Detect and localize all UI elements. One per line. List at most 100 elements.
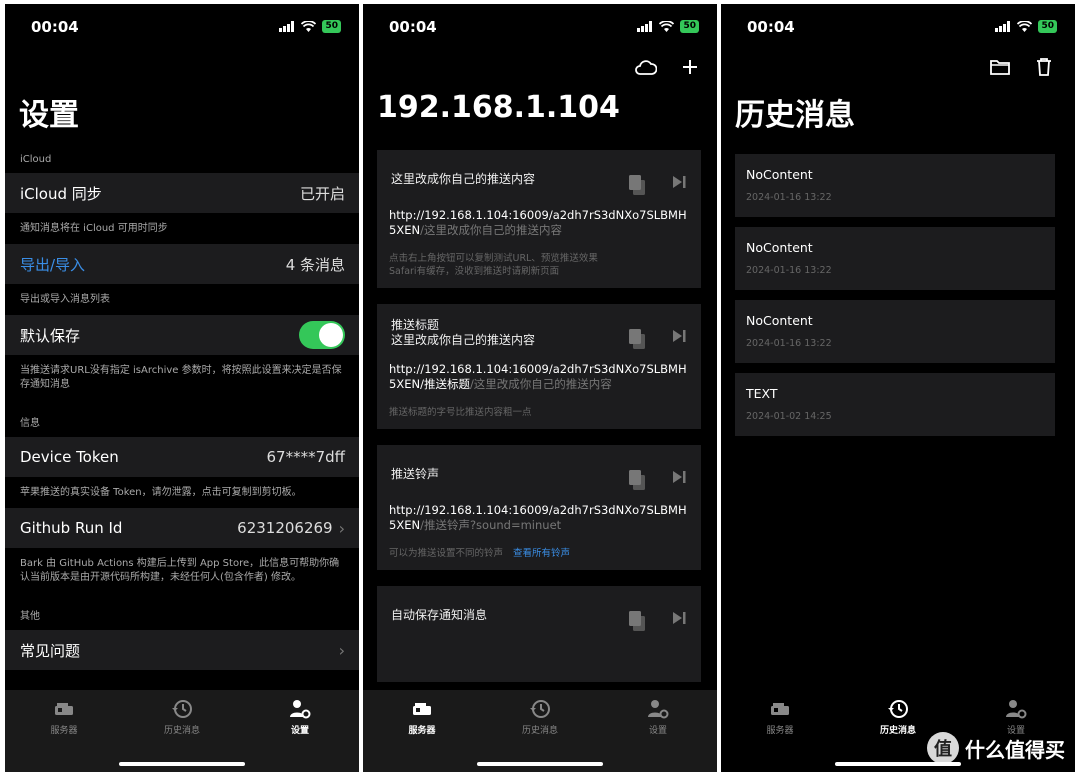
default-save-toggle[interactable] xyxy=(299,321,345,349)
copy-icon[interactable] xyxy=(627,328,647,350)
signal-icon xyxy=(995,21,1011,32)
example-card-3[interactable]: 推送铃声 http://192.168.1.104:16009/a2dh7rS3… xyxy=(377,445,701,570)
list-item[interactable]: NoContent 2024-01-16 13:22 xyxy=(735,300,1055,363)
history-clock-icon xyxy=(530,700,550,718)
tab-settings[interactable]: 设置 xyxy=(260,698,340,772)
plus-icon xyxy=(683,60,697,74)
history-clock-icon xyxy=(888,700,908,718)
list-item[interactable]: TEXT 2024-01-02 14:25 xyxy=(735,373,1055,436)
battery-icon: 50 xyxy=(680,20,699,33)
copy-icon[interactable] xyxy=(627,610,647,632)
list-item[interactable]: NoContent 2024-01-16 13:22 xyxy=(735,227,1055,290)
default-save-cell: 默认保存 xyxy=(5,315,359,355)
person-gear-icon xyxy=(1006,700,1027,719)
watermark: 值 什么值得买 xyxy=(927,732,1065,764)
server-screen: 00:04 50 192.168.1.104 这里改成你自己的推送内容 http… xyxy=(363,4,717,772)
home-indicator xyxy=(477,762,603,766)
home-indicator xyxy=(119,762,245,766)
card-url-tail: /推送铃声?sound=minuet xyxy=(420,518,562,532)
wifi-icon xyxy=(659,21,675,32)
tab-history[interactable]: 历史消息 xyxy=(142,698,222,772)
settings-screen: 00:04 50 设置 iCloud iCloud 同步 已开启 通知消息将在 … xyxy=(5,4,359,772)
battery-icon: 50 xyxy=(1038,20,1057,33)
tab-history[interactable]: 历史消息 xyxy=(858,698,938,772)
message-title: TEXT xyxy=(746,386,778,401)
list-item[interactable]: NoContent 2024-01-16 13:22 xyxy=(735,154,1055,217)
tab-bar: 服务器 历史消息 设置 xyxy=(363,690,717,772)
folder-button[interactable] xyxy=(989,56,1011,78)
server-icon xyxy=(55,703,73,715)
wifi-icon xyxy=(1017,21,1033,32)
person-gear-icon xyxy=(290,700,311,719)
device-token-label: Device Token xyxy=(20,448,119,466)
faq-cell[interactable]: 常见问题 › xyxy=(5,630,359,670)
tab-servers[interactable]: 服务器 xyxy=(24,698,104,772)
tab-servers[interactable]: 服务器 xyxy=(740,698,820,772)
status-bar: 00:04 50 xyxy=(721,4,1075,52)
card-note-line: 点击右上角按钮可以复制测试URL、预览推送效果 xyxy=(389,253,598,264)
message-title: NoContent xyxy=(746,313,813,328)
export-import-label: 导出/导入 xyxy=(20,255,86,274)
tab-bar: 服务器 历史消息 设置 xyxy=(5,690,359,772)
github-run-id-label: Github Run Id xyxy=(20,519,123,537)
watermark-text: 什么值得买 xyxy=(965,737,1065,762)
server-icon xyxy=(413,703,431,715)
server-icon xyxy=(771,703,789,715)
status-bar: 00:04 50 xyxy=(5,4,359,52)
card-url-tail: /这里改成你自己的推送内容 xyxy=(420,223,562,237)
tab-servers[interactable]: 服务器 xyxy=(382,698,462,772)
preview-play-icon[interactable] xyxy=(671,610,687,626)
copy-icon[interactable] xyxy=(627,469,647,491)
chevron-right-icon: › xyxy=(338,640,345,660)
device-token-cell[interactable]: Device Token 67****7dff xyxy=(5,437,359,477)
message-count: 4 条消息 xyxy=(285,255,345,274)
message-time: 2024-01-16 13:22 xyxy=(746,338,832,349)
example-card-1[interactable]: 这里改成你自己的推送内容 http://192.168.1.104:16009/… xyxy=(377,150,701,288)
server-title: 192.168.1.104 xyxy=(377,90,620,125)
message-title: NoContent xyxy=(746,240,813,255)
icloud-sync-cell[interactable]: iCloud 同步 已开启 xyxy=(5,173,359,213)
status-time: 00:04 xyxy=(389,18,437,36)
preview-play-icon[interactable] xyxy=(671,174,687,190)
server-card-list[interactable]: 这里改成你自己的推送内容 http://192.168.1.104:16009/… xyxy=(363,150,717,690)
card-note-line: 可以为推送设置不同的铃声 xyxy=(389,548,504,559)
tab-history[interactable]: 历史消息 xyxy=(500,698,580,772)
delete-button[interactable] xyxy=(1033,56,1055,78)
view-all-sounds-link[interactable]: 查看所有铃声 xyxy=(513,548,570,559)
device-token-footer: 苹果推送的真实设备 Token，请勿泄露，点击可复制到剪切板。 xyxy=(20,487,302,498)
icloud-sync-label: iCloud 同步 xyxy=(20,184,102,203)
export-footer: 导出或导入消息列表 xyxy=(20,294,110,305)
export-import-cell[interactable]: 导出/导入 4 条消息 xyxy=(5,244,359,284)
preview-play-icon[interactable] xyxy=(671,469,687,485)
preview-play-icon[interactable] xyxy=(671,328,687,344)
settings-list[interactable]: iCloud iCloud 同步 已开启 通知消息将在 iCloud 可用时同步… xyxy=(5,144,359,690)
default-save-label: 默认保存 xyxy=(20,326,81,345)
page-title: 设置 xyxy=(19,98,79,133)
github-run-id-value: 6231206269 xyxy=(237,519,333,537)
example-card-2[interactable]: 推送标题 这里改成你自己的推送内容 http://192.168.1.104:1… xyxy=(377,304,701,429)
github-run-id-cell[interactable]: Github Run Id 6231206269 › xyxy=(5,508,359,548)
icloud-sync-value: 已开启 xyxy=(299,184,345,203)
trash-icon xyxy=(1037,58,1051,76)
section-header-icloud: iCloud xyxy=(20,154,52,165)
history-screen: 00:04 50 历史消息 NoContent 2024-01-16 13:22… xyxy=(721,4,1075,772)
add-button[interactable] xyxy=(679,56,701,78)
copy-icon[interactable] xyxy=(627,174,647,196)
cloud-button[interactable] xyxy=(635,56,657,78)
section-header-info: 信息 xyxy=(20,418,40,429)
example-card-4[interactable]: 自动保存通知消息 xyxy=(377,586,701,682)
message-title: NoContent xyxy=(746,167,813,182)
history-clock-icon xyxy=(172,700,192,718)
card-note-line: Safari有缓存，没收到推送时请刷新页面 xyxy=(389,266,560,277)
status-time: 00:04 xyxy=(747,18,795,36)
message-time: 2024-01-02 14:25 xyxy=(746,411,832,422)
icloud-footer: 通知消息将在 iCloud 可用时同步 xyxy=(20,223,168,234)
device-token-value: 67****7dff xyxy=(266,448,346,466)
tab-settings[interactable]: 设置 xyxy=(618,698,698,772)
person-gear-icon xyxy=(648,700,669,719)
message-list[interactable]: NoContent 2024-01-16 13:22 NoContent 202… xyxy=(721,154,1075,690)
card-url-tail: /这里改成你自己的推送内容 xyxy=(469,377,612,391)
battery-icon: 50 xyxy=(322,20,341,33)
status-time: 00:04 xyxy=(31,18,79,36)
default-save-footer: 当推送请求URL没有指定 isArchive 参数时，将按照此设置来决定是否保存… xyxy=(20,365,342,390)
